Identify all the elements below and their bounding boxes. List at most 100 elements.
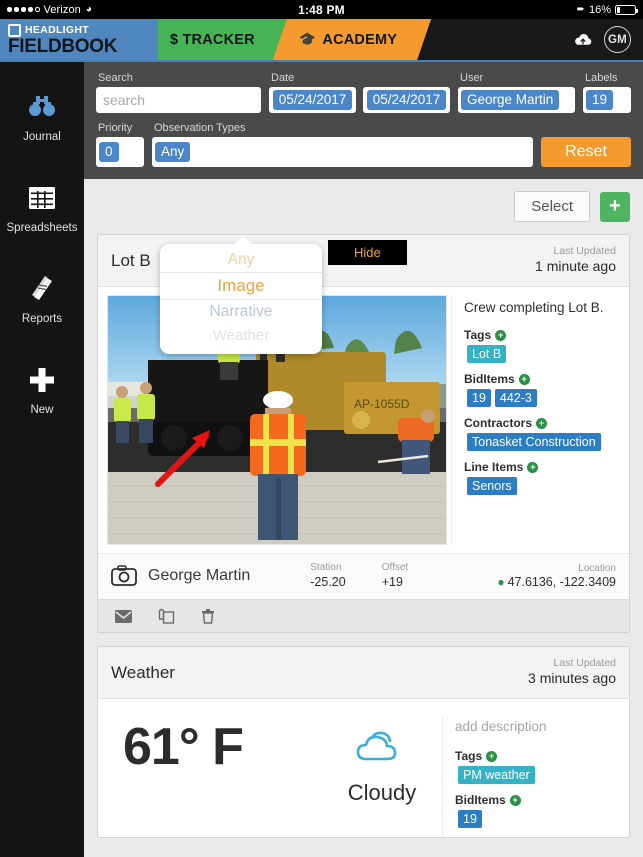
- trash-icon[interactable]: [201, 608, 215, 624]
- add-observation-button[interactable]: +: [600, 191, 630, 222]
- filter-observation-types-group: Observation Types Any: [152, 122, 533, 167]
- picker-option-narrative[interactable]: Narrative: [160, 300, 322, 324]
- date-from-value: 05/24/2017: [272, 90, 353, 110]
- list-toolbar: Select +: [84, 179, 643, 234]
- weather-tags-label: Tags +: [455, 749, 619, 763]
- biditem-chip[interactable]: 19: [467, 389, 491, 407]
- tab-academy[interactable]: 🎓 ACADEMY: [273, 19, 431, 60]
- user-value: George Martin: [461, 90, 560, 110]
- line-items-chips: Senors: [464, 477, 619, 495]
- location-value-wrap: ● 47.6136, -122.3409: [497, 575, 616, 589]
- biditem-chip[interactable]: 442-3: [494, 389, 537, 407]
- tags-chips: Lot B: [464, 345, 619, 363]
- observation-type-picker[interactable]: Any Image Narrative Weather: [160, 244, 322, 354]
- weather-add-description[interactable]: add description: [455, 719, 619, 734]
- app-header: HEADLIGHT FIELDBOOK $ TRACKER 🎓 ACADEMY …: [0, 19, 643, 60]
- filter-row-2: Priority 0 Observation Types Any Reset: [96, 122, 631, 167]
- plus-circle-icon[interactable]: +: [527, 461, 539, 473]
- sidebar-item-new[interactable]: New: [0, 349, 84, 430]
- cloud-upload-icon[interactable]: [574, 33, 592, 47]
- map-pin-icon: ●: [497, 575, 505, 589]
- select-button[interactable]: Select: [514, 191, 590, 222]
- station-label: Station: [310, 562, 342, 573]
- weather-biditems-label-text: BidItems: [455, 793, 506, 807]
- weather-condition-label: Cloudy: [347, 780, 417, 805]
- biditems-chips: 19 442-3: [464, 389, 619, 407]
- contractors-label-text: Contractors: [464, 416, 533, 430]
- weather-card-updated: Last Updated 3 minutes ago: [528, 657, 616, 687]
- graduation-cap-icon: 🎓: [298, 31, 317, 47]
- app-screen: Verizon ◕ 1:48 PM ➨ 16% HEADLIGHT FIELDB…: [0, 0, 643, 857]
- observation-card-weather[interactable]: Weather Last Updated 3 minutes ago 61° F: [97, 646, 630, 838]
- card-footer: George Martin Station -25.20 Offset +19 …: [98, 553, 629, 599]
- weather-biditem-chip[interactable]: 19: [458, 810, 482, 828]
- card-updated-label: Last Updated: [553, 245, 616, 257]
- weather-tag-chip[interactable]: PM weather: [458, 766, 535, 784]
- avatar[interactable]: GM: [604, 26, 631, 53]
- plus-circle-icon[interactable]: +: [486, 750, 498, 762]
- book-icon: [27, 272, 57, 306]
- user-label: User: [460, 72, 484, 84]
- labels-label: Labels: [585, 72, 618, 84]
- hide-button[interactable]: Hide: [328, 240, 407, 265]
- picker-option-image[interactable]: Image: [160, 273, 322, 300]
- observation-types-input[interactable]: Any: [152, 137, 533, 167]
- brand-sub-fieldbook: FIELDBOOK: [8, 35, 118, 57]
- filter-user-group: User George Martin: [458, 72, 575, 113]
- copy-icon[interactable]: [158, 608, 175, 624]
- plus-circle-icon[interactable]: +: [536, 417, 548, 429]
- weather-tags-chips: PM weather: [455, 766, 619, 784]
- user-input[interactable]: George Martin: [458, 87, 575, 113]
- brand-fieldbook-tab[interactable]: HEADLIGHT FIELDBOOK: [0, 19, 158, 60]
- battery-percent: 16%: [588, 3, 611, 16]
- grid-table-icon: [27, 181, 57, 215]
- priority-input[interactable]: 0: [96, 137, 144, 167]
- plus-circle-icon[interactable]: +: [518, 373, 530, 385]
- sidebar-item-journal-label: Journal: [23, 131, 61, 143]
- card-title: Lot B: [111, 251, 151, 270]
- envelope-icon[interactable]: [115, 609, 132, 623]
- filter-panel: Search search Date 05/24/2017 05/24/2017: [84, 62, 643, 179]
- filter-priority-group: Priority 0: [96, 122, 144, 167]
- contractors-chips: Tonasket Construction: [464, 433, 619, 451]
- plus-circle-icon[interactable]: +: [495, 329, 507, 341]
- date-to-input[interactable]: 05/24/2017: [363, 87, 450, 113]
- main-content: Search search Date 05/24/2017 05/24/2017: [84, 62, 643, 857]
- offset-label: Offset: [381, 562, 409, 573]
- location-label: Location: [578, 563, 616, 574]
- meta-group-biditems: BidItems + 19 442-3: [464, 372, 619, 407]
- ios-status-bar: Verizon ◕ 1:48 PM ➨ 16%: [0, 0, 643, 19]
- tag-chip[interactable]: Lot B: [467, 345, 507, 363]
- status-clock: 1:48 PM: [298, 2, 345, 17]
- search-input[interactable]: search: [96, 87, 261, 113]
- offset-stat: Offset +19: [382, 561, 409, 590]
- sidebar-item-spreadsheets-label: Spreadsheets: [6, 222, 78, 234]
- headlight-logo-icon: [8, 23, 21, 37]
- weather-updated-time: 3 minutes ago: [528, 670, 616, 686]
- tab-tracker[interactable]: $ TRACKER: [144, 19, 287, 60]
- sidebar-item-spreadsheets[interactable]: Spreadsheets: [0, 167, 84, 248]
- line-items-label: Line Items +: [464, 460, 619, 474]
- picker-option-weather[interactable]: Weather: [160, 324, 322, 348]
- date-label: Date: [271, 72, 295, 84]
- header-right: GM: [574, 19, 643, 60]
- battery-icon: [615, 4, 638, 15]
- weather-card-header: Weather Last Updated 3 minutes ago: [98, 647, 629, 699]
- date-from-input[interactable]: 05/24/2017: [269, 87, 356, 113]
- priority-label: Priority: [98, 122, 133, 134]
- card-updated: Last Updated 1 minute ago: [535, 245, 616, 275]
- sidebar-item-journal[interactable]: Journal: [0, 76, 84, 157]
- filter-date-group: Date 05/24/2017 05/24/2017: [269, 72, 450, 113]
- contractor-chip[interactable]: Tonasket Construction: [467, 433, 601, 451]
- binoculars-icon: [27, 90, 57, 124]
- plus-circle-icon[interactable]: +: [509, 794, 521, 806]
- line-item-chip[interactable]: Senors: [467, 477, 517, 495]
- picker-option-any[interactable]: Any: [160, 248, 322, 273]
- weather-card-body: 61° F Cloudy add description Tags + PM w…: [98, 699, 629, 837]
- sidebar-item-reports[interactable]: Reports: [0, 258, 84, 339]
- observation-types-label: Observation Types: [154, 122, 246, 134]
- labels-input[interactable]: 19: [583, 87, 631, 113]
- date-to-value: 05/24/2017: [366, 90, 447, 110]
- reset-button[interactable]: Reset: [541, 137, 631, 167]
- observation-description[interactable]: Crew completing Lot B.: [464, 300, 619, 315]
